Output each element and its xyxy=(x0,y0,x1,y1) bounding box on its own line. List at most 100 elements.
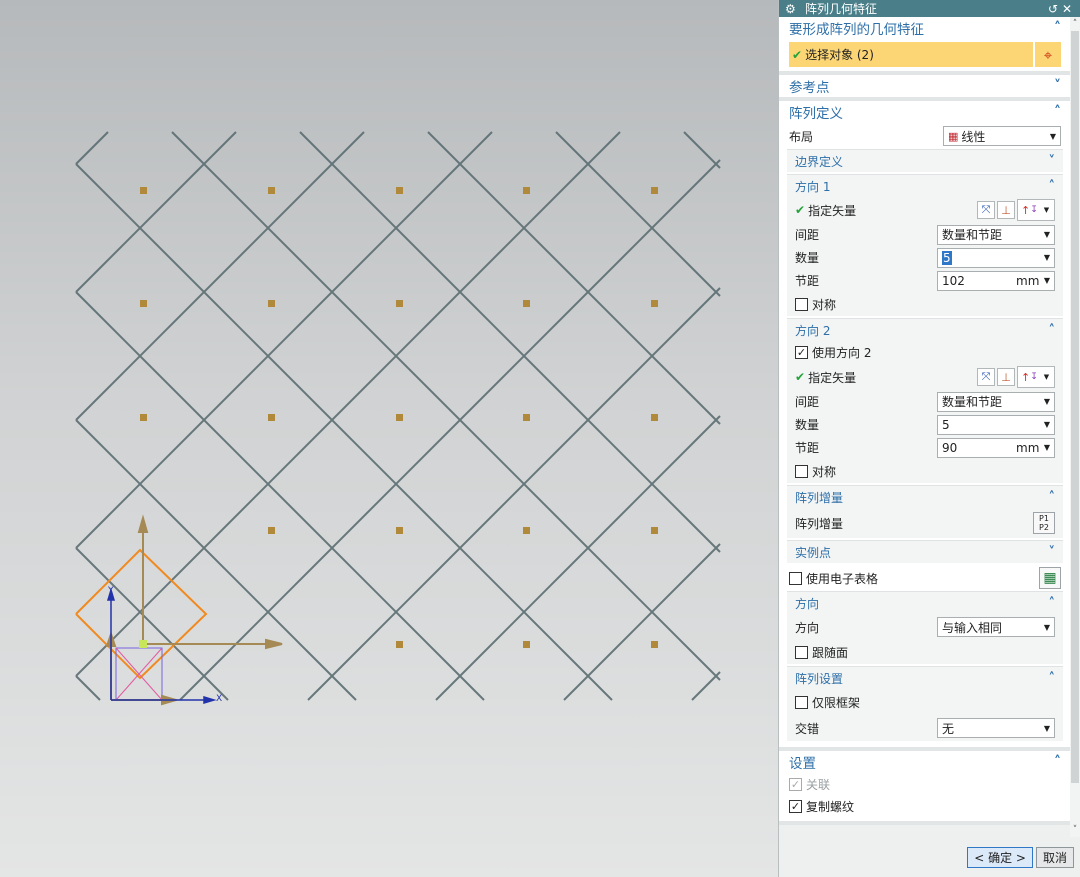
vector-type-dropdown[interactable]: ↑ ↧ ▼ xyxy=(1017,366,1055,388)
stagger-label: 交错 xyxy=(795,721,820,736)
dir2-symmetric-checkbox[interactable] xyxy=(795,464,808,478)
sub-instance-points-title: 实例点 xyxy=(795,545,832,560)
axis-x-label: X xyxy=(216,694,223,704)
mesh-wire xyxy=(75,547,229,701)
sub-direction-1-header[interactable]: 方向 1 ˄ xyxy=(787,175,1063,197)
reverse-direction-icon[interactable]: ⤧ xyxy=(977,368,995,386)
group-geometry-header[interactable]: 要形成阵列的几何特征 ˄ xyxy=(779,17,1071,39)
mesh-wire xyxy=(75,131,493,549)
cancel-button[interactable]: 取消 xyxy=(1035,846,1074,868)
pattern-instance-marker xyxy=(523,527,530,534)
spreadsheet-icon[interactable]: ▦ xyxy=(1039,567,1061,589)
dir1-vector-label: 指定矢量 xyxy=(808,203,857,218)
dir2-spacing-select[interactable]: 数量和节距 ▼ xyxy=(937,391,1055,412)
follow-face-checkbox[interactable] xyxy=(795,645,808,659)
use-direction-2-checkbox[interactable]: ✓ xyxy=(795,346,808,359)
pattern-instance-marker xyxy=(268,414,275,421)
chevron-up-icon: ˄ xyxy=(1054,754,1061,770)
sub-array-settings: 阵列设置 ˄ 仅限框架 交错 无 ▼ xyxy=(787,666,1063,741)
sub-orientation-header[interactable]: 方向 ˄ xyxy=(787,592,1063,614)
mesh-wire xyxy=(75,419,357,701)
pattern-instance-marker xyxy=(140,300,147,307)
sub-array-increment-header[interactable]: 阵列增量 ˄ xyxy=(787,486,1063,508)
mesh-wire xyxy=(427,131,721,425)
crosshair-icon[interactable]: ⌖ xyxy=(1035,42,1061,67)
dropdown-arrow-icon: ▼ xyxy=(1043,253,1051,262)
stagger-value: 无 xyxy=(942,721,955,736)
vector-constructor-icon[interactable]: ⊥ xyxy=(997,201,1015,219)
dropdown-arrow-icon: ▼ xyxy=(1043,443,1051,452)
orientation-select[interactable]: 与输入相同 ▼ xyxy=(937,617,1055,637)
dir1-count-input[interactable]: 5 ▼ xyxy=(937,247,1055,268)
dir2-spacing-value: 数量和节距 xyxy=(942,395,1003,409)
mesh-wire xyxy=(75,131,365,421)
group-settings-header[interactable]: 设置 ˄ xyxy=(779,751,1071,773)
chevron-up-icon: ˄ xyxy=(1048,595,1056,611)
dir2-count-label: 数量 xyxy=(795,418,820,432)
grid-icon: ▦ xyxy=(948,129,959,143)
select-object-label: 选择对象 (2) xyxy=(805,48,874,62)
dir1-spacing-label: 间距 xyxy=(795,228,820,242)
pattern-instance-marker xyxy=(651,641,658,648)
dialog-title-bar: ⚙ 阵列几何特征 ↺ ✕ xyxy=(779,0,1080,17)
pattern-instance-marker xyxy=(268,527,275,534)
sub-boundary-header[interactable]: 边界定义 ˅ xyxy=(787,150,1063,172)
scrollbar-thumb[interactable] xyxy=(1071,31,1079,783)
checkmark-icon: ✔ xyxy=(795,370,806,384)
sub-instance-points-header[interactable]: 实例点 ˅ xyxy=(787,541,1063,563)
layout-label: 布局 xyxy=(789,129,814,144)
dir1-symmetric-checkbox[interactable] xyxy=(795,297,808,311)
group-reference-point-header[interactable]: 参考点 ˅ xyxy=(779,75,1071,97)
vector-constructor-icon[interactable]: ⊥ xyxy=(997,368,1015,386)
stagger-select[interactable]: 无 ▼ xyxy=(937,718,1055,738)
orientation-label: 方向 xyxy=(795,620,820,635)
dir1-symmetric-label: 对称 xyxy=(812,297,837,312)
group-reference-point: 参考点 ˅ xyxy=(779,75,1071,101)
checkmark-icon: ✔ xyxy=(795,203,806,217)
dir2-pitch-value: 90 xyxy=(942,440,958,455)
dir2-count-input[interactable]: 5 ▼ xyxy=(937,414,1055,435)
scroll-up-icon[interactable]: ˄ xyxy=(1070,19,1080,29)
increment-table-icon[interactable]: P1 P2 xyxy=(1033,512,1055,534)
ok-button[interactable]: < 确定 > xyxy=(967,846,1033,868)
dialog-scrollbar[interactable]: ˄ ˅ xyxy=(1070,17,1080,837)
select-object-field[interactable]: ✔ 选择对象 (2) xyxy=(789,42,1033,67)
close-icon[interactable]: ✕ xyxy=(1060,2,1074,16)
dir2-spacing-label: 间距 xyxy=(795,395,820,409)
mesh-wire xyxy=(75,291,485,701)
mesh-wire xyxy=(435,415,721,701)
reset-icon[interactable]: ↺ xyxy=(1046,2,1060,16)
dialog-footer: < 确定 > 取消 xyxy=(779,837,1080,877)
mesh-wire xyxy=(307,287,721,701)
frame-only-checkbox[interactable] xyxy=(795,695,808,709)
use-spreadsheet-checkbox[interactable] xyxy=(789,571,802,585)
pattern-instance-marker xyxy=(396,527,403,534)
layout-select[interactable]: ▦ 线性 ▼ xyxy=(943,126,1061,146)
dir2-pitch-input[interactable]: 90 mm ▼ xyxy=(937,437,1055,458)
layout-select-value: 线性 xyxy=(961,129,986,144)
copy-thread-checkbox[interactable]: ✓ xyxy=(789,799,802,813)
dir1-spacing-value: 数量和节距 xyxy=(942,228,1003,242)
vector-type-dropdown[interactable]: ↑ ↧ ▼ xyxy=(1017,199,1055,221)
dir1-spacing-select[interactable]: 数量和节距 ▼ xyxy=(937,224,1055,245)
dir1-pitch-input[interactable]: 102 mm ▼ xyxy=(937,270,1055,291)
reverse-direction-icon[interactable]: ⤧ xyxy=(977,201,995,219)
group-array-definition: 阵列定义 ˄ 布局 ▦ 线性 ▼ 边界定义 ˅ 方向 1 ˄ ✔ 指定矢量 ⤧ … xyxy=(779,101,1071,751)
sub-array-settings-header[interactable]: 阵列设置 ˄ xyxy=(787,667,1063,689)
sub-direction-1: 方向 1 ˄ ✔ 指定矢量 ⤧ ⊥ ↑ ↧ ▼ 间距 数量和节距 ▼ 数量 5 … xyxy=(787,174,1063,316)
dir1-count-value: 5 xyxy=(942,250,952,265)
group-array-definition-header[interactable]: 阵列定义 ˄ xyxy=(779,101,1071,123)
chevron-up-icon: ˄ xyxy=(1048,322,1056,338)
group-geometry-title: 要形成阵列的几何特征 xyxy=(789,22,924,38)
pattern-instance-marker xyxy=(396,414,403,421)
sub-direction-2-header[interactable]: 方向 2 ˄ xyxy=(787,319,1063,341)
copy-thread-label: 复制螺纹 xyxy=(806,799,855,814)
axis-y-label: Y xyxy=(108,586,114,596)
pattern-instance-marker xyxy=(523,641,530,648)
dropdown-arrow-icon: ▼ xyxy=(1043,276,1051,285)
chevron-down-icon: ˅ xyxy=(1048,153,1056,169)
scroll-down-icon[interactable]: ˅ xyxy=(1070,825,1080,835)
pattern-instance-marker xyxy=(268,187,275,194)
mesh-wire xyxy=(75,131,109,165)
graphics-viewport[interactable]: Y X xyxy=(0,0,778,877)
